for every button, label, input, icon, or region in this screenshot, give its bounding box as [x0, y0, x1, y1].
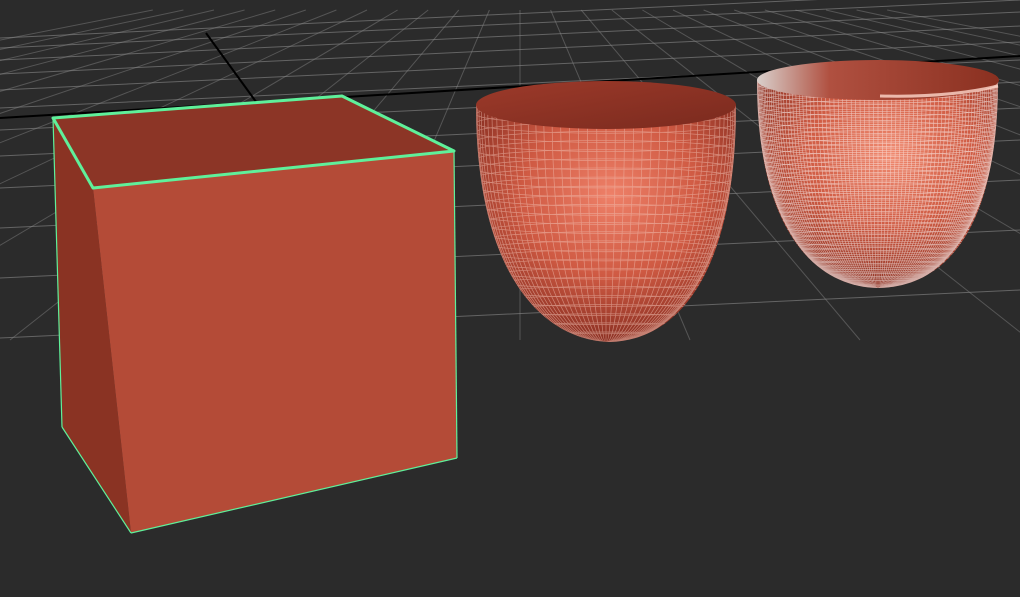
viewport-3d[interactable]	[0, 0, 1020, 597]
viewport-canvas[interactable]	[0, 0, 1020, 597]
bowl-low-subdivision[interactable]	[476, 81, 736, 352]
bowl-1-rim	[476, 81, 736, 129]
cube[interactable]	[51, 94, 458, 534]
cube-front-face	[93, 151, 457, 533]
bowl-2-rim	[757, 60, 999, 100]
bowl-high-subdivision[interactable]	[757, 60, 999, 298]
